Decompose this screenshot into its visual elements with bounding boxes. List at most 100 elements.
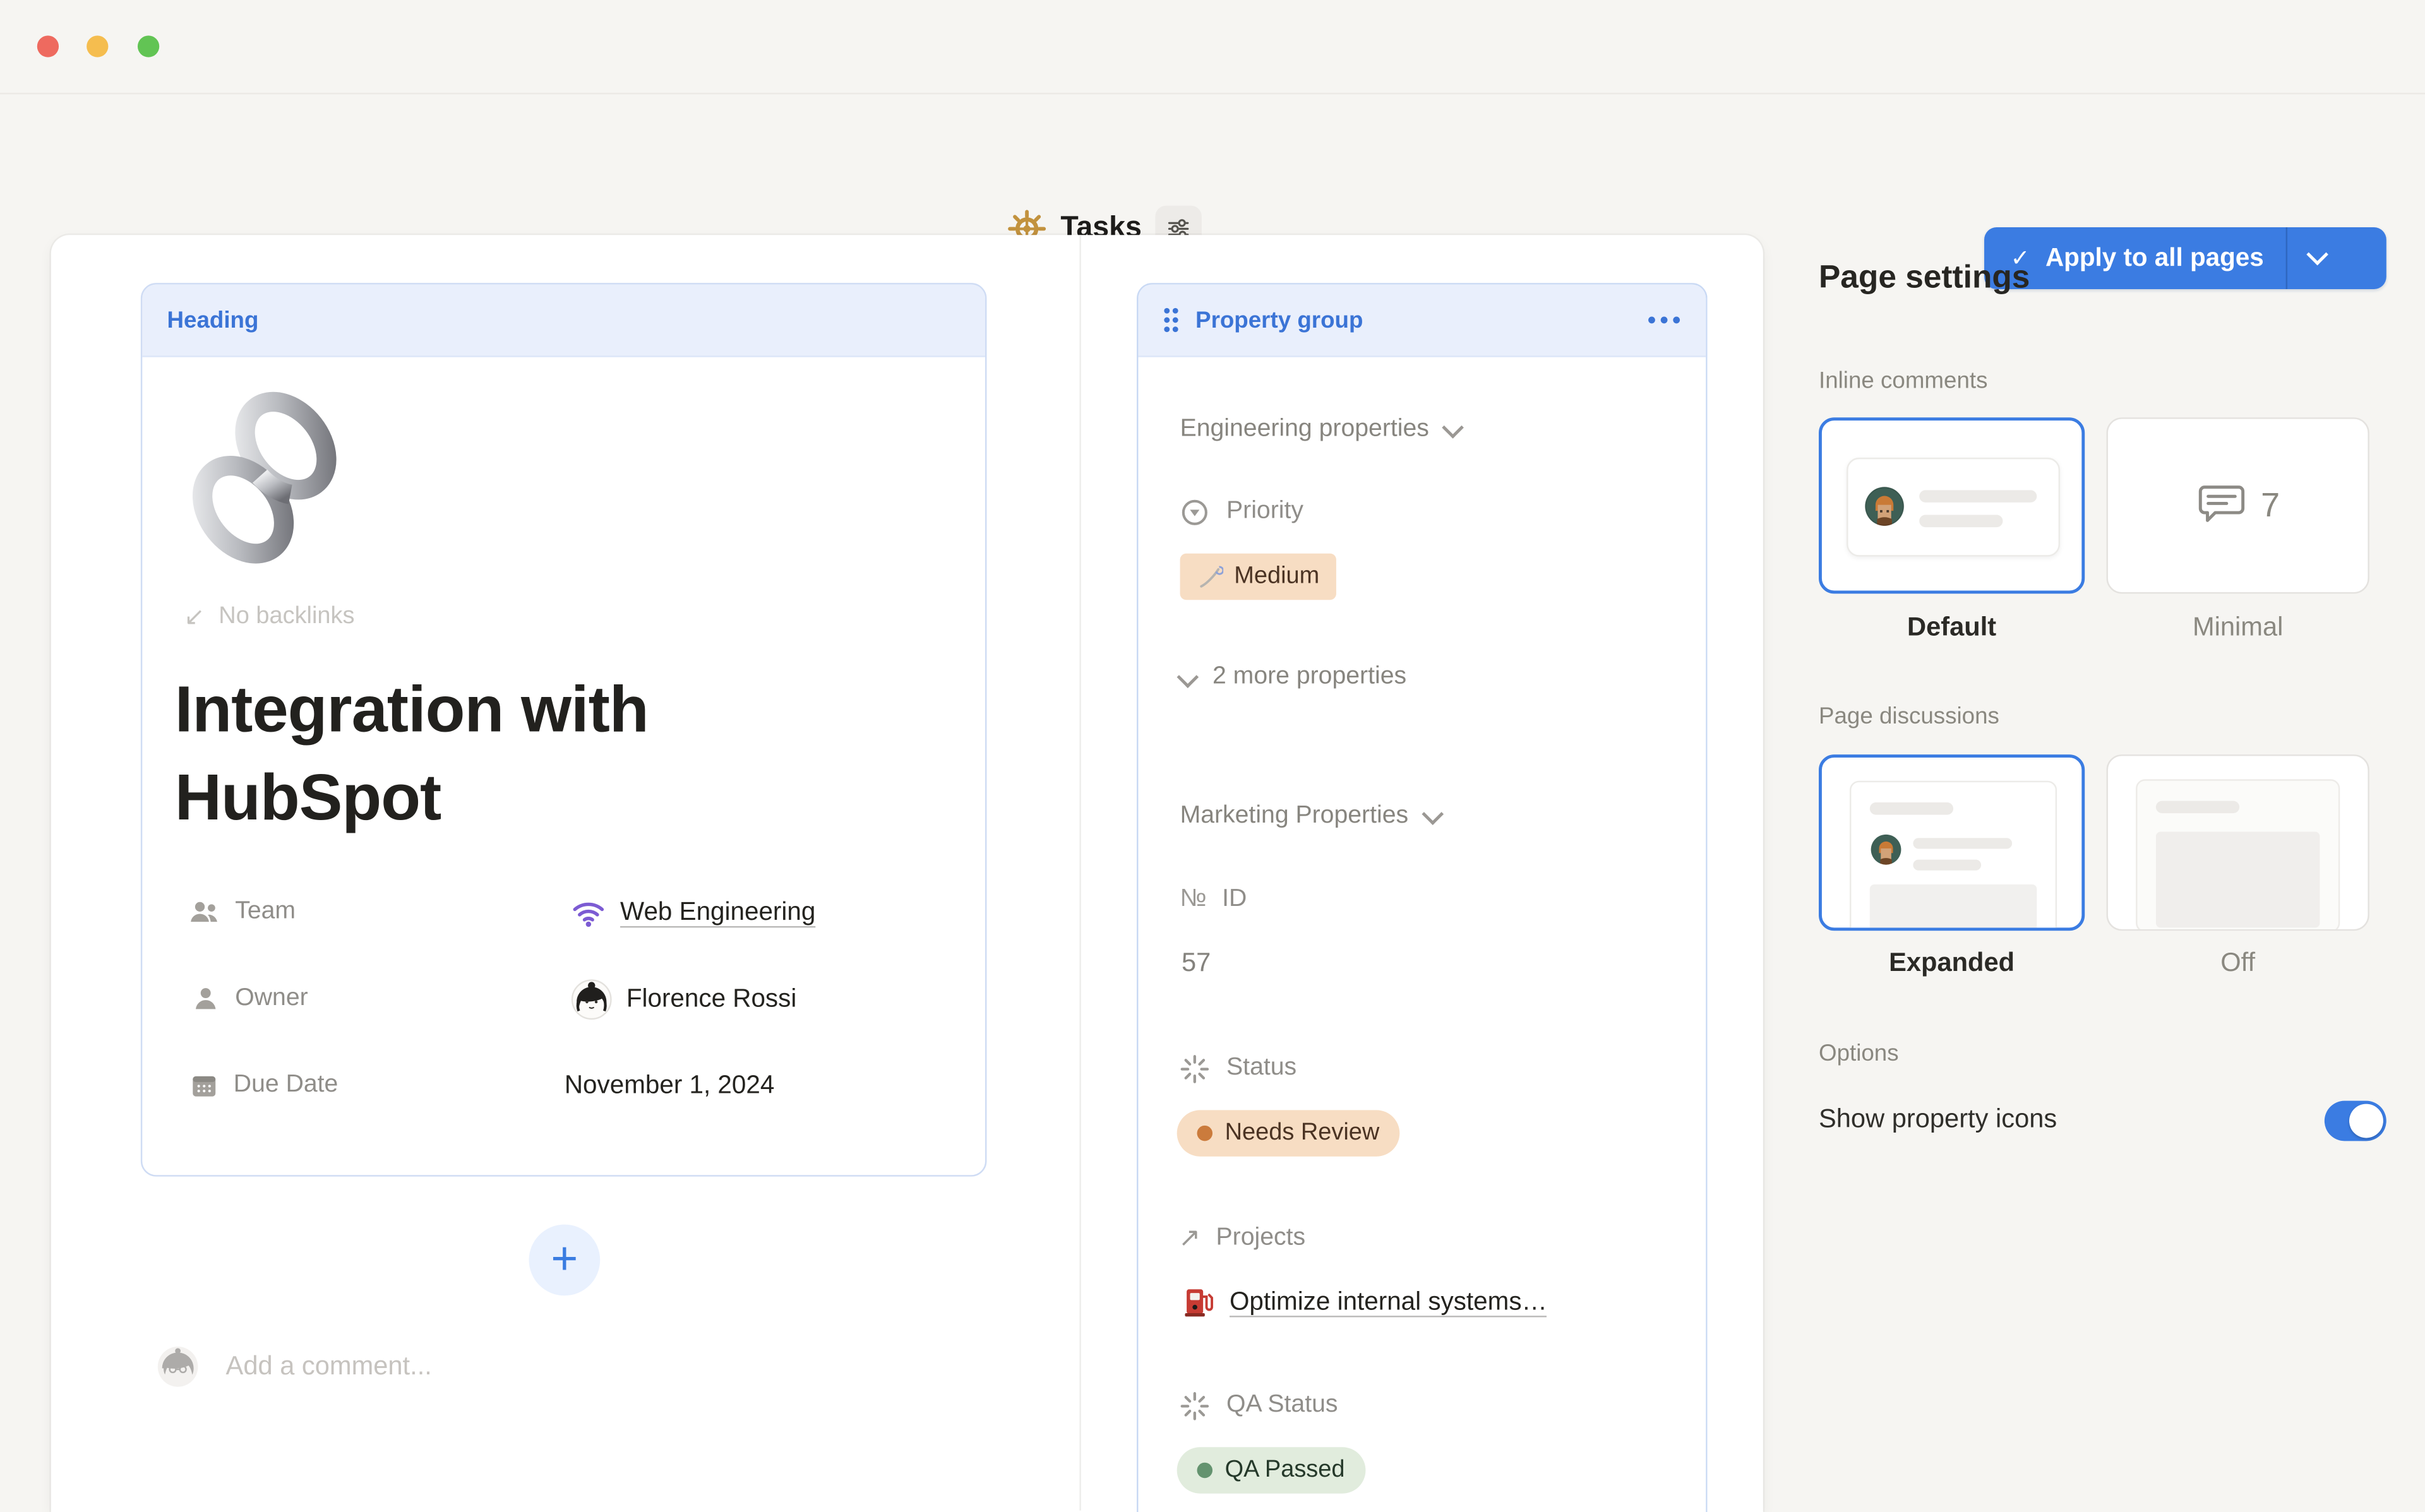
calendar-icon bbox=[189, 1070, 220, 1101]
priority-property-row[interactable]: Priority bbox=[1178, 492, 1303, 532]
qa-status-value-pill[interactable]: QA Passed bbox=[1177, 1447, 1365, 1493]
field-row-team[interactable]: Team Web Engineering bbox=[187, 891, 960, 934]
add-comment-row[interactable]: Add a comment... bbox=[156, 1343, 431, 1388]
team-value[interactable]: Web Engineering bbox=[571, 895, 816, 930]
priority-value-label: Medium bbox=[1234, 563, 1319, 590]
field-row-owner[interactable]: Owner Florence Rossi bbox=[187, 977, 960, 1021]
priority-value-tag[interactable]: Medium bbox=[1180, 554, 1337, 600]
group2-label: Marketing Properties bbox=[1180, 802, 1409, 830]
discussions-expanded-option[interactable] bbox=[1819, 754, 2085, 931]
placeholder-line bbox=[2156, 801, 2239, 814]
drag-handle-icon[interactable] bbox=[1160, 304, 1182, 335]
comment-bubble-icon bbox=[2196, 482, 2247, 528]
chevron-down-icon bbox=[1177, 666, 1199, 688]
placeholder-line bbox=[1870, 802, 1953, 815]
discussions-off-option[interactable] bbox=[2107, 754, 2369, 931]
group1-label: Engineering properties bbox=[1180, 416, 1429, 444]
inline-comments-default-option[interactable] bbox=[1819, 417, 2085, 593]
wifi-icon bbox=[571, 895, 606, 930]
property-group-header[interactable]: Property group bbox=[1138, 285, 1706, 357]
property-group-label: Property group bbox=[1195, 307, 1363, 333]
people-icon bbox=[187, 895, 221, 929]
priority-select-icon bbox=[1178, 496, 1211, 528]
due-date-value-label: November 1, 2024 bbox=[565, 1071, 774, 1098]
due-date-label: Due Date bbox=[234, 1071, 338, 1099]
more-options-icon[interactable] bbox=[1647, 316, 1681, 325]
page-settings-title: Page settings bbox=[1819, 259, 2030, 297]
needle-icon bbox=[1197, 564, 1224, 590]
off-option-label: Off bbox=[2107, 948, 2369, 979]
inline-comments-section-label: Inline comments bbox=[1819, 368, 1987, 395]
page-title[interactable]: Integration with HubSpot bbox=[175, 665, 902, 841]
person-icon bbox=[190, 984, 221, 1015]
page-discussions-section-label: Page discussions bbox=[1819, 703, 1999, 730]
due-date-value[interactable]: November 1, 2024 bbox=[565, 1071, 774, 1100]
field-row-due-date[interactable]: Due Date November 1, 2024 bbox=[187, 1064, 960, 1107]
florence-avatar bbox=[571, 978, 613, 1020]
owner-value[interactable]: Florence Rossi bbox=[571, 978, 797, 1020]
projects-value-label: Optimize internal systems… bbox=[1230, 1287, 1547, 1317]
inline-comments-minimal-option[interactable]: 7 bbox=[2107, 417, 2369, 593]
id-property-row[interactable]: № ID bbox=[1180, 879, 1247, 920]
minimal-option-label: Minimal bbox=[2107, 612, 2369, 643]
status-label: Status bbox=[1226, 1054, 1296, 1082]
heading-block-header[interactable]: Heading bbox=[142, 285, 985, 357]
more-properties-toggle[interactable]: 2 more properties bbox=[1180, 658, 1407, 696]
id-value-label: 57 bbox=[1182, 948, 1211, 979]
toggle-knob bbox=[2349, 1104, 2383, 1138]
dialog-header: Cancel Tasks bbox=[0, 94, 2425, 235]
heading-block[interactable]: Heading ↙ No backlinks Integration with … bbox=[141, 283, 987, 1177]
document-preview-card-muted bbox=[2136, 779, 2340, 931]
plus-icon: + bbox=[551, 1237, 578, 1283]
arrow-northeast-icon: ↗ bbox=[1178, 1223, 1201, 1254]
status-dot bbox=[1197, 1126, 1212, 1141]
placeholder-line bbox=[1913, 860, 1981, 871]
property-group-block[interactable]: Property group Engineering properties Pr… bbox=[1137, 283, 1708, 1512]
add-block-button[interactable]: + bbox=[529, 1225, 601, 1296]
numero-icon: № bbox=[1180, 886, 1207, 914]
apply-to-all-pages-button[interactable]: ✓ Apply to all pages bbox=[1984, 227, 2386, 289]
qa-status-property-row[interactable]: QA Status bbox=[1178, 1385, 1338, 1426]
status-property-row[interactable]: Status bbox=[1178, 1048, 1296, 1088]
apply-label: Apply to all pages bbox=[2045, 244, 2264, 273]
maximize-window-button[interactable] bbox=[138, 35, 159, 57]
placeholder-line bbox=[1913, 838, 2012, 848]
group-marketing-properties[interactable]: Marketing Properties bbox=[1180, 798, 1438, 835]
show-property-icons-label: Show property icons bbox=[1819, 1104, 2057, 1135]
default-option-label: Default bbox=[1819, 612, 2085, 643]
priority-label: Priority bbox=[1226, 498, 1303, 526]
status-value-pill[interactable]: Needs Review bbox=[1177, 1110, 1400, 1156]
sample-avatar bbox=[1870, 833, 1902, 866]
show-property-icons-toggle[interactable] bbox=[2325, 1101, 2386, 1141]
arrow-southwest-icon: ↙ bbox=[184, 602, 205, 633]
comment-count: 7 bbox=[2261, 485, 2280, 526]
owner-value-label: Florence Rossi bbox=[626, 984, 797, 1014]
options-section-label: Options bbox=[1819, 1040, 1899, 1067]
group-engineering-properties[interactable]: Engineering properties bbox=[1180, 411, 1459, 448]
close-window-button[interactable] bbox=[37, 35, 59, 57]
chevron-down-icon bbox=[1422, 803, 1444, 825]
button-divider bbox=[2285, 227, 2287, 289]
id-value[interactable]: 57 bbox=[1182, 944, 1211, 982]
chevron-down-icon bbox=[2306, 244, 2328, 266]
comment-input[interactable]: Add a comment... bbox=[226, 1350, 432, 1381]
qa-status-value-label: QA Passed bbox=[1225, 1456, 1345, 1484]
app-window: Cancel Tasks bbox=[0, 0, 2425, 1511]
projects-value[interactable]: Optimize internal systems… bbox=[1182, 1280, 1547, 1324]
document-preview-card bbox=[1850, 781, 2057, 931]
owner-label: Owner bbox=[235, 985, 308, 1013]
column-divider bbox=[1079, 235, 1081, 1510]
more-properties-label: 2 more properties bbox=[1212, 664, 1406, 691]
projects-property-row[interactable]: ↗ Projects bbox=[1178, 1218, 1305, 1259]
placeholder-line bbox=[1919, 490, 2037, 503]
id-label: ID bbox=[1222, 886, 1247, 914]
projects-label: Projects bbox=[1216, 1225, 1306, 1253]
chevron-down-icon bbox=[1442, 417, 1464, 439]
window-titlebar bbox=[0, 0, 2425, 94]
expanded-option-label: Expanded bbox=[1819, 948, 2085, 979]
apply-dropdown-button[interactable] bbox=[2307, 244, 2322, 272]
placeholder-line bbox=[1919, 515, 2003, 528]
backlinks-label: No backlinks bbox=[219, 603, 354, 631]
backlinks-indicator[interactable]: ↙ No backlinks bbox=[184, 600, 354, 634]
minimize-window-button[interactable] bbox=[87, 35, 108, 57]
